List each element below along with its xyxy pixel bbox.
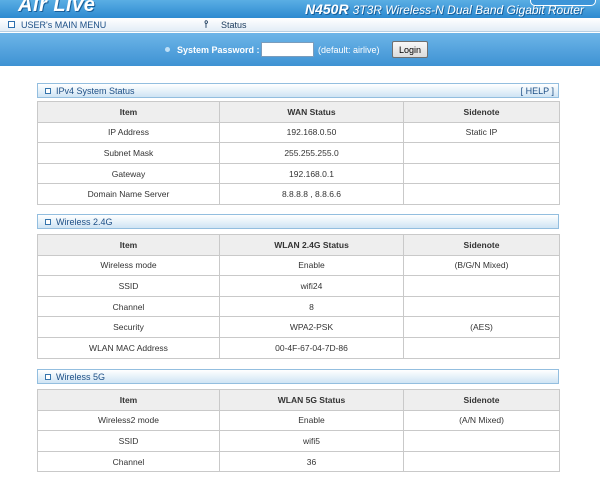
table-cell: Wireless2 mode [37, 409, 220, 432]
table-cell: SSID [37, 430, 220, 452]
column-header: WLAN 5G Status [219, 389, 404, 411]
table-cell: Static IP [403, 121, 560, 144]
table-cell: Channel [37, 295, 220, 318]
table-row: IP Address 192.168.0.50 Static IP [37, 121, 560, 144]
column-header: WLAN 2.4G Status [219, 234, 404, 256]
table-row: Wireless mode Enable (B/G/N Mixed) [37, 254, 560, 277]
table-cell: WLAN MAC Address [37, 336, 220, 359]
section-title: IPv4 System Status [56, 86, 135, 96]
table-row: Wireless2 mode Enable (A/N Mixed) [37, 409, 560, 432]
table-cell: IP Address [37, 121, 220, 144]
table-cell: Enable [219, 254, 404, 277]
section-bullet-icon [45, 88, 51, 94]
section-bullet-icon [45, 374, 51, 380]
login-button[interactable]: Login [392, 41, 428, 58]
table-cell [403, 450, 560, 473]
login-bar: System Password : (default: airlive) Log… [0, 33, 600, 66]
main-menu-link[interactable]: USER's MAIN MENU [21, 20, 106, 30]
table-header-row: Item WLAN 5G Status Sidenote [37, 389, 560, 411]
table-cell: Security [37, 316, 220, 338]
column-header: Sidenote [403, 101, 560, 123]
column-header: Item [37, 389, 220, 411]
table-header-row: Item WLAN 2.4G Status Sidenote [37, 234, 560, 256]
menu-square-icon [8, 21, 15, 28]
table-row: Security WPA2-PSK (AES) [37, 316, 560, 338]
top-header: Air Live N450R 3T3R Wireless-N Dual Band … [0, 0, 600, 18]
wireless24-status-table: Item WLAN 2.4G Status Sidenote Wireless … [37, 234, 560, 359]
password-label: System Password : [177, 45, 260, 55]
table-cell: 00-4F-67-04-7D-86 [219, 336, 404, 359]
signal-icon: ⫯ [204, 19, 209, 30]
help-link[interactable]: [ HELP ] [521, 86, 554, 96]
table-row: SSID wifi24 [37, 275, 560, 297]
table-cell: 192.168.0.1 [219, 162, 404, 185]
column-header: Item [37, 234, 220, 256]
table-cell [403, 275, 560, 297]
column-header: Sidenote [403, 234, 560, 256]
product-title: N450R 3T3R Wireless-N Dual Band Gigabit R… [305, 1, 584, 17]
table-cell: Enable [219, 409, 404, 432]
table-cell [403, 295, 560, 318]
table-row: Channel 8 [37, 295, 560, 318]
table-cell [403, 162, 560, 185]
password-field[interactable] [261, 42, 314, 57]
menu-bar: USER's MAIN MENU ⫯ Status [0, 18, 600, 32]
table-cell: Wireless mode [37, 254, 220, 277]
section-title: Wireless 5G [56, 372, 106, 382]
bullet-icon [165, 47, 170, 52]
table-cell: (B/G/N Mixed) [403, 254, 560, 277]
column-header: Sidenote [403, 389, 560, 411]
table-row: Subnet Mask 255.255.255.0 [37, 142, 560, 164]
column-header: WAN Status [219, 101, 404, 123]
section-title: Wireless 2.4G [56, 217, 113, 227]
table-cell: (A/N Mixed) [403, 409, 560, 432]
table-row: SSID wifi5 [37, 430, 560, 452]
model-description: 3T3R Wireless-N Dual Band Gigabit Router [352, 3, 584, 17]
table-cell: 192.168.0.50 [219, 121, 404, 144]
column-header: Item [37, 101, 220, 123]
ipv4-status-table: Item WAN Status Sidenote IP Address 192.… [37, 101, 560, 205]
wireless5-status-table: Item WLAN 5G Status Sidenote Wireless2 m… [37, 389, 560, 473]
table-row: Gateway 192.168.0.1 [37, 162, 560, 185]
table-cell: 36 [219, 450, 404, 473]
table-cell: 255.255.255.0 [219, 142, 404, 164]
status-menu-link[interactable]: Status [221, 20, 247, 30]
table-cell: Domain Name Server [37, 183, 220, 205]
ipv4-section-header: IPv4 System Status [ HELP ] [37, 83, 559, 98]
table-cell [403, 336, 560, 359]
table-cell: Gateway [37, 162, 220, 185]
table-cell [403, 430, 560, 452]
section-bullet-icon [45, 219, 51, 225]
wireless5-section-header: Wireless 5G [37, 369, 559, 384]
airlive-logo: Air Live [18, 0, 96, 16]
table-cell: wifi5 [219, 430, 404, 452]
table-cell: 8.8.8.8 , 8.8.6.6 [219, 183, 404, 205]
table-cell: 8 [219, 295, 404, 318]
table-cell: SSID [37, 275, 220, 297]
table-cell: Subnet Mask [37, 142, 220, 164]
table-cell: wifi24 [219, 275, 404, 297]
table-row: Domain Name Server 8.8.8.8 , 8.8.6.6 [37, 183, 560, 205]
table-row: Channel 36 [37, 450, 560, 473]
table-cell: (AES) [403, 316, 560, 338]
table-header-row: Item WAN Status Sidenote [37, 101, 560, 123]
table-cell [403, 142, 560, 164]
table-cell: Channel [37, 450, 220, 473]
model-name: N450R [305, 1, 349, 17]
table-cell: WPA2-PSK [219, 316, 404, 338]
table-cell [403, 183, 560, 205]
default-password-hint: (default: airlive) [318, 45, 380, 55]
table-row: WLAN MAC Address 00-4F-67-04-7D-86 [37, 336, 560, 359]
wireless24-section-header: Wireless 2.4G [37, 214, 559, 229]
